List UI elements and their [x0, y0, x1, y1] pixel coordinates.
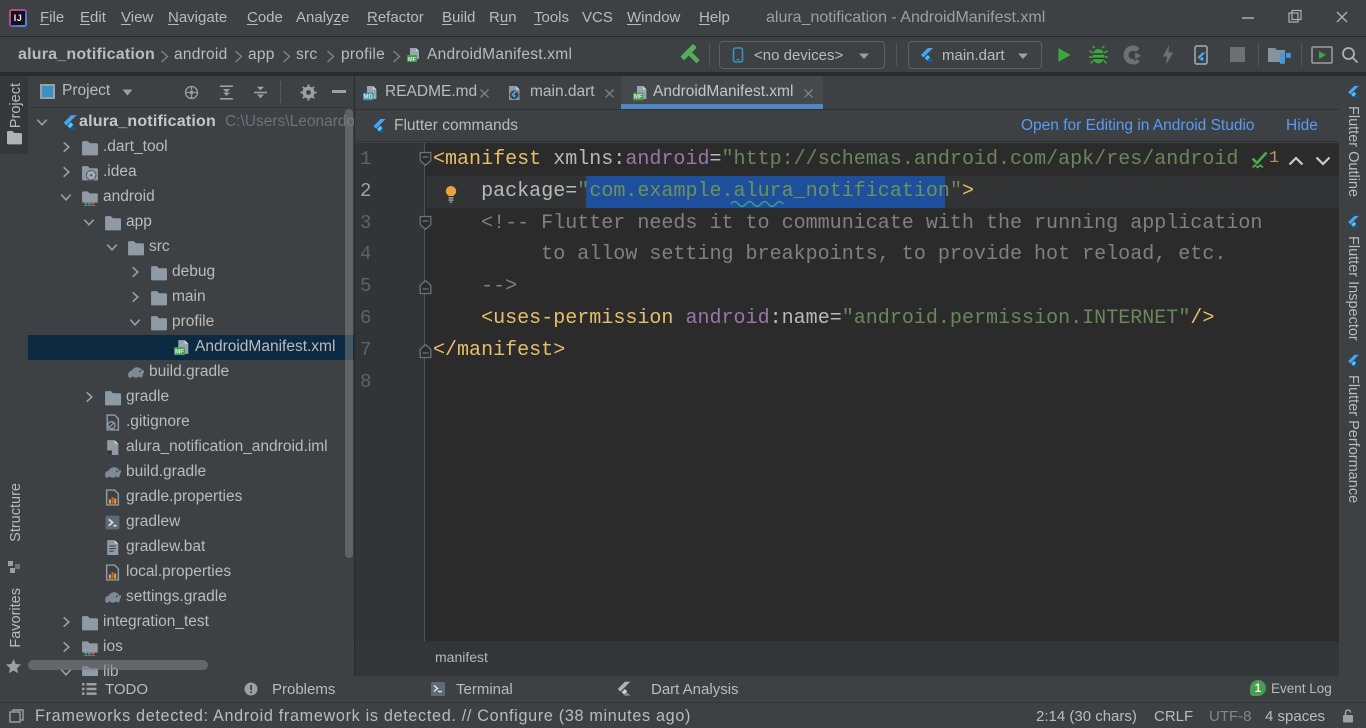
svg-text:MF: MF	[408, 57, 417, 63]
